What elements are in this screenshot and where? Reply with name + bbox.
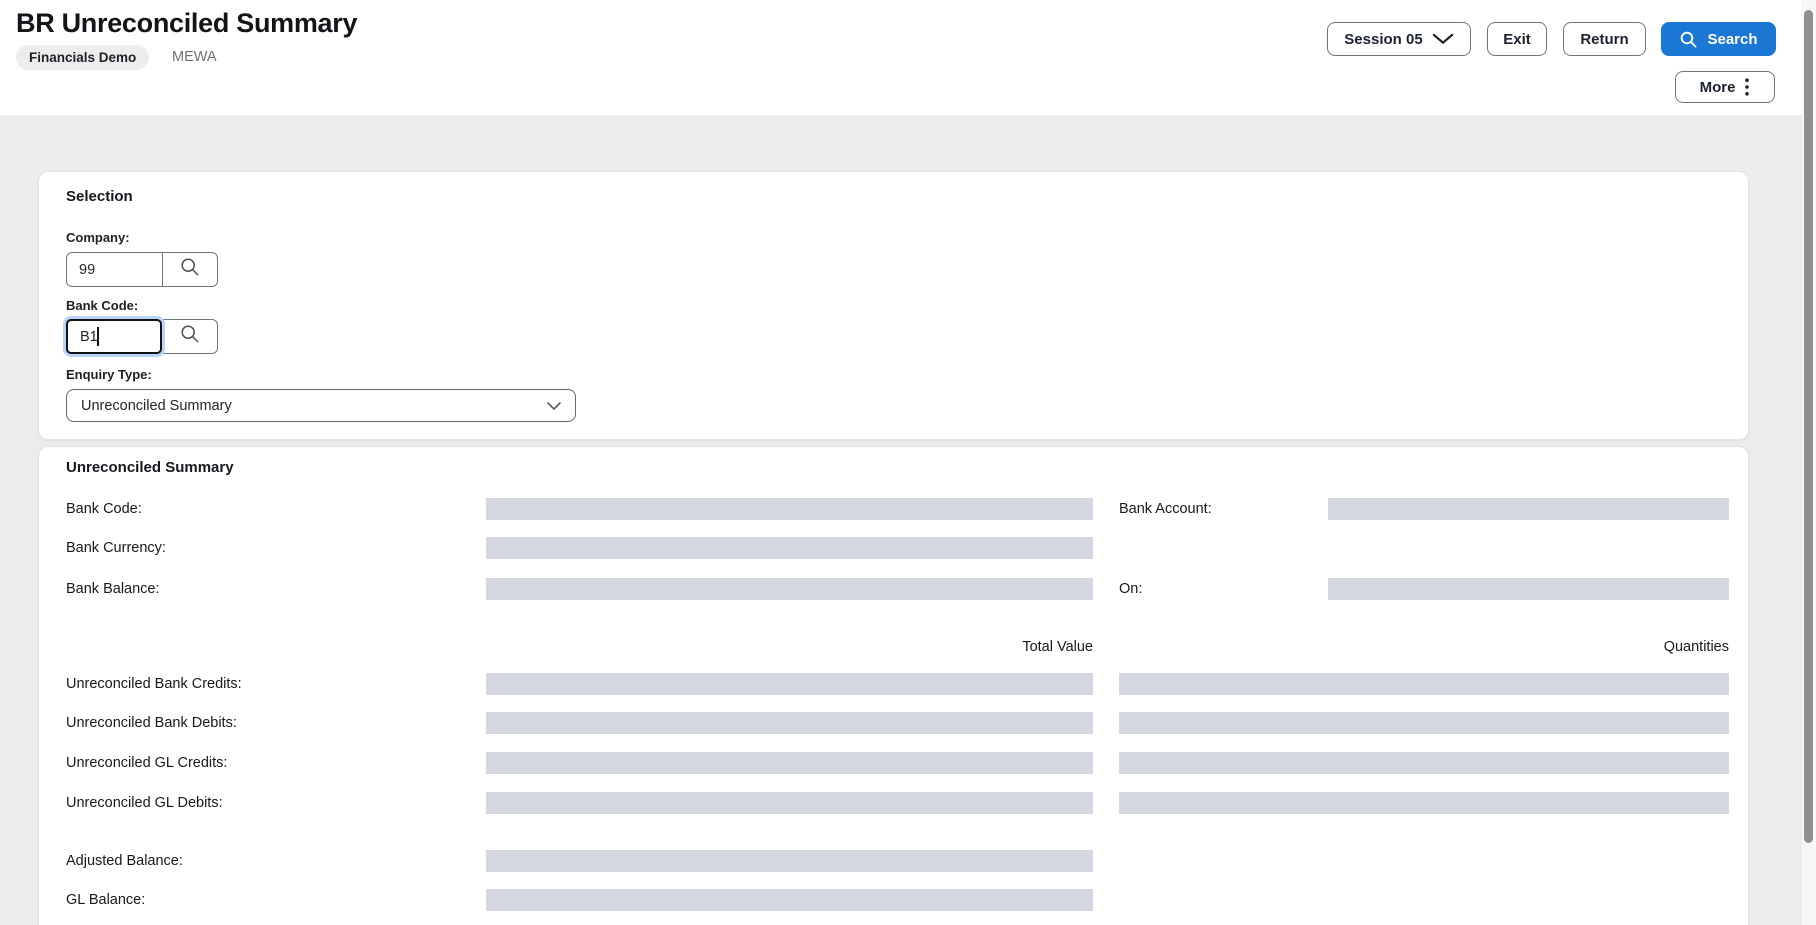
value-bar-ugd-total <box>486 792 1093 814</box>
company-input[interactable] <box>66 252 162 287</box>
kebab-icon <box>1744 77 1750 97</box>
label-unreconciled-bank-credits: Unreconciled Bank Credits: <box>66 676 242 692</box>
label-bank-account: Bank Account: <box>1119 501 1212 517</box>
enquiry-type-label: Enquiry Type: <box>66 367 152 382</box>
value-bar-ugc-quantity <box>1119 752 1729 774</box>
chevron-down-icon <box>547 398 561 414</box>
summary-card: Unreconciled Summary Bank Code: Bank Acc… <box>38 446 1749 925</box>
more-button[interactable]: More <box>1675 71 1775 103</box>
exit-button-label: Exit <box>1503 30 1531 48</box>
scrollbar-thumb[interactable] <box>1804 10 1813 843</box>
label-unreconciled-gl-credits: Unreconciled GL Credits: <box>66 755 228 771</box>
company-label: Company: <box>66 230 130 245</box>
session-button-label: Session 05 <box>1344 30 1423 48</box>
label-unreconciled-gl-debits: Unreconciled GL Debits: <box>66 795 223 811</box>
app-badge: Financials Demo <box>16 45 150 70</box>
text-caret <box>97 327 99 346</box>
value-bar-ubd-quantity <box>1119 712 1729 734</box>
value-bar-bank-balance <box>486 578 1093 600</box>
page-title: BR Unreconciled Summary <box>16 8 358 38</box>
return-button[interactable]: Return <box>1563 22 1646 56</box>
enquiry-type-select[interactable]: Unreconciled Summary <box>66 389 576 422</box>
label-bank-currency: Bank Currency: <box>66 540 166 556</box>
value-bar-ugc-total <box>486 752 1093 774</box>
value-bar-gl-balance <box>486 889 1093 911</box>
enquiry-type-value: Unreconciled Summary <box>81 397 232 414</box>
selection-heading: Selection <box>66 188 133 205</box>
value-bar-adjusted-balance <box>486 850 1093 872</box>
bank-code-field-group <box>66 319 218 354</box>
bank-code-label: Bank Code: <box>66 298 139 313</box>
bank-code-lookup-button[interactable] <box>162 319 218 354</box>
company-lookup-button[interactable] <box>162 252 218 287</box>
search-icon <box>1679 30 1698 49</box>
page-header: BR Unreconciled Summary Financials Demo … <box>0 0 1816 115</box>
company-field-group <box>66 252 218 287</box>
column-header-total-value: Total Value <box>1022 639 1093 655</box>
bank-code-input-wrap <box>66 319 162 354</box>
exit-button[interactable]: Exit <box>1487 22 1547 56</box>
value-bar-bank-account <box>1328 498 1729 520</box>
summary-heading: Unreconciled Summary <box>66 459 234 476</box>
value-bar-ugd-quantity <box>1119 792 1729 814</box>
more-button-label: More <box>1699 78 1736 96</box>
label-bank-code: Bank Code: <box>66 501 142 517</box>
label-bank-balance: Bank Balance: <box>66 581 160 597</box>
label-adjusted-balance: Adjusted Balance: <box>66 853 183 869</box>
chevron-down-icon <box>1432 33 1454 45</box>
label-on: On: <box>1119 581 1143 597</box>
magnifier-icon <box>180 324 200 349</box>
search-button[interactable]: Search <box>1661 22 1776 56</box>
value-bar-bank-currency <box>486 537 1093 559</box>
value-bar-ubc-quantity <box>1119 673 1729 695</box>
value-bar-on <box>1328 578 1729 600</box>
label-gl-balance: GL Balance: <box>66 892 146 908</box>
magnifier-icon <box>180 257 200 282</box>
session-button[interactable]: Session 05 <box>1327 22 1471 56</box>
bank-code-input[interactable] <box>66 319 162 354</box>
page-scrollbar[interactable] <box>1802 0 1816 925</box>
label-unreconciled-bank-debits: Unreconciled Bank Debits: <box>66 715 237 731</box>
selection-card: Selection Company: Bank Code: Enquiry Ty <box>38 171 1749 440</box>
value-bar-ubd-total <box>486 712 1093 734</box>
value-bar-ubc-total <box>486 673 1093 695</box>
workspace-label: MEWA <box>172 49 217 65</box>
search-button-label: Search <box>1707 30 1758 48</box>
app-window: BR Unreconciled Summary Financials Demo … <box>0 0 1816 925</box>
value-bar-bank-code <box>486 498 1093 520</box>
return-button-label: Return <box>1580 30 1629 48</box>
column-header-quantities: Quantities <box>1663 639 1729 655</box>
